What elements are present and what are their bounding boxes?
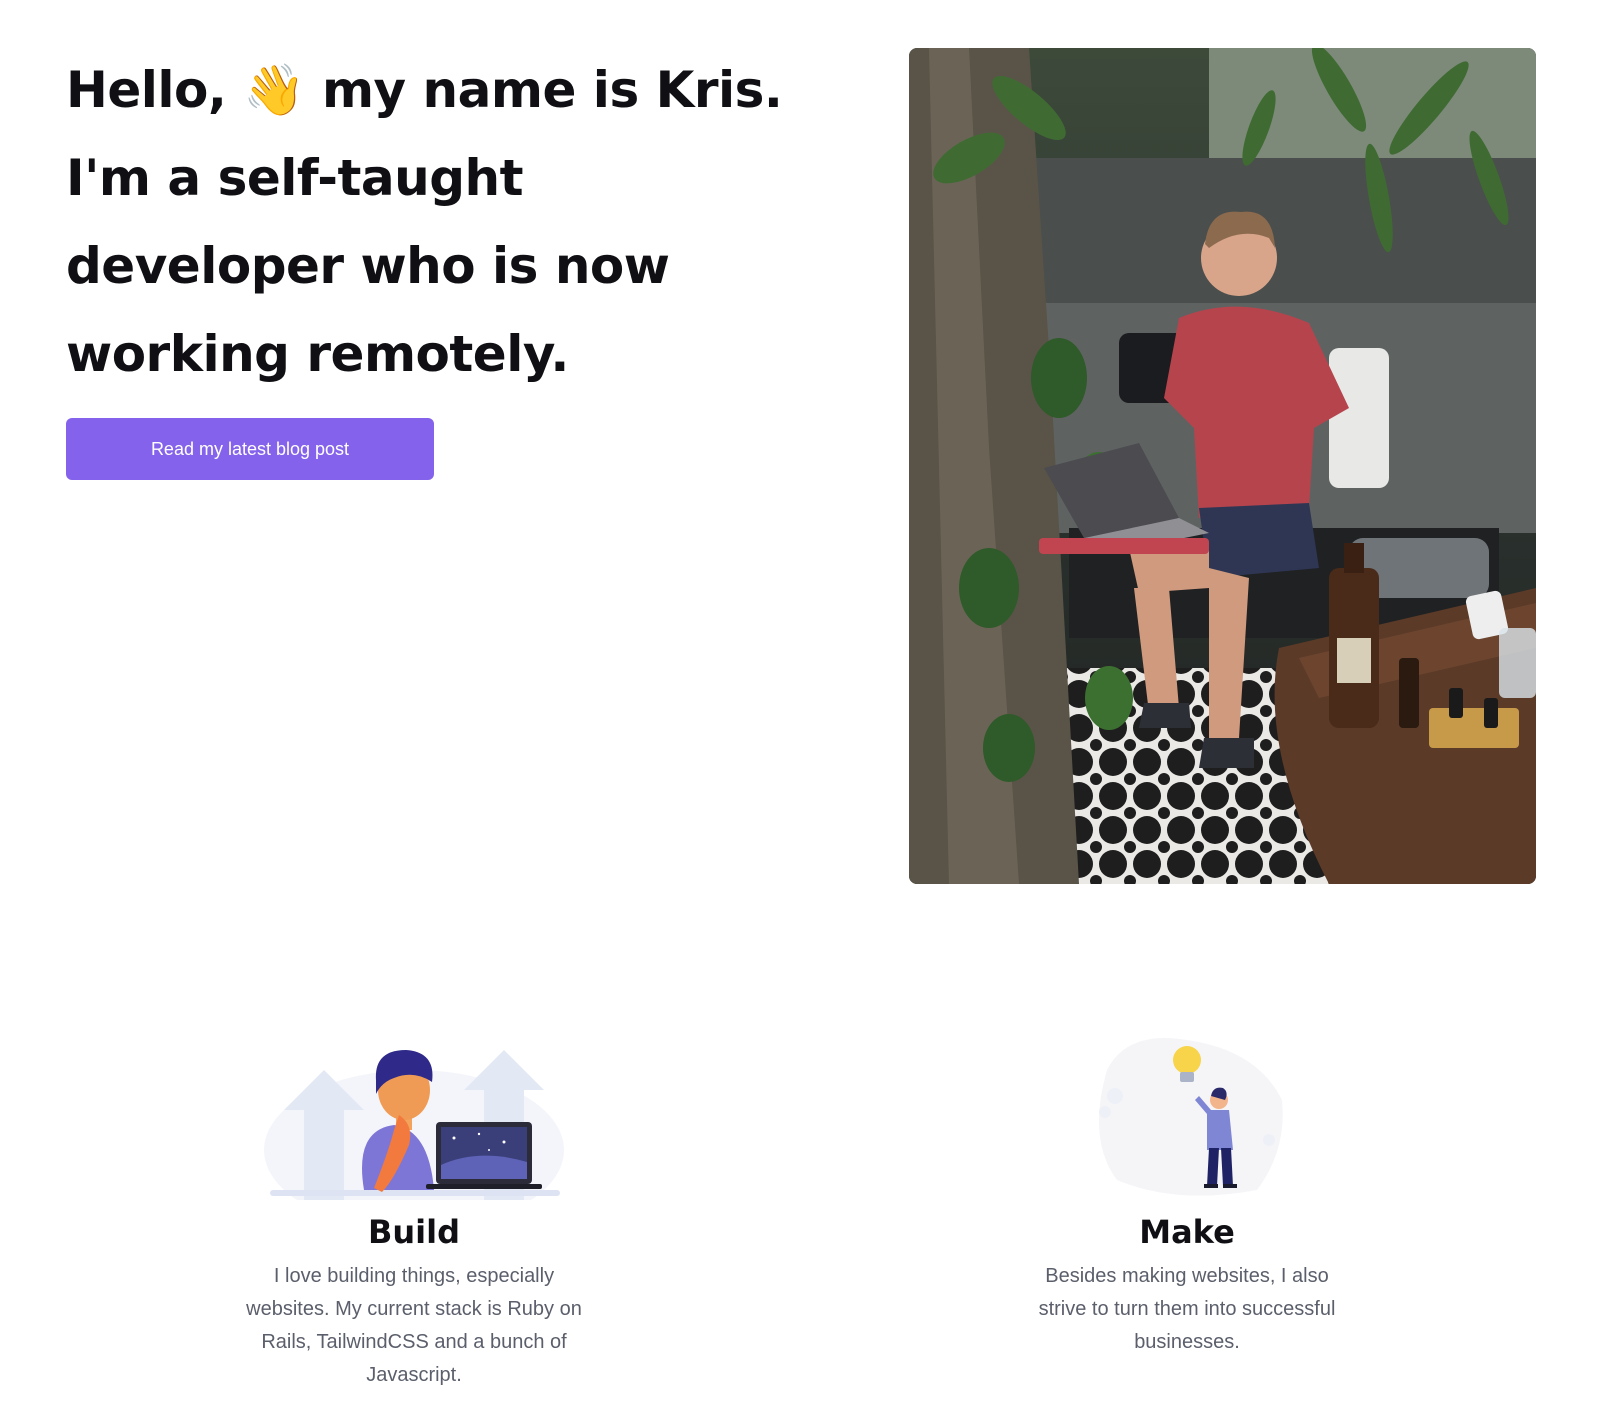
hero-line-2: I'm a self-taught bbox=[66, 149, 524, 207]
hero-line-3: developer who is now bbox=[66, 237, 670, 295]
feature-build-text: I love building things, especially websi… bbox=[246, 1265, 582, 1386]
feature-make-text: Besides making websites, I also strive t… bbox=[1038, 1265, 1336, 1353]
feature-make-title: Make bbox=[1139, 1213, 1235, 1251]
hero-line-1: Hello, 👋 my name is Kris. bbox=[66, 61, 783, 119]
hero-photo bbox=[909, 48, 1536, 884]
photo-of-developer-icon bbox=[909, 48, 1536, 884]
feature-build-title: Build bbox=[367, 1213, 460, 1251]
developer-with-laptop-icon bbox=[224, 1030, 604, 1200]
read-blog-post-button[interactable]: Read my latest blog post bbox=[66, 418, 434, 480]
hero-heading: Hello, 👋 my name is Kris. I'm a self-tau… bbox=[66, 46, 826, 398]
feature-build: Build I love building things, especially… bbox=[224, 1030, 604, 1392]
feature-make: Make Besides making websites, I also str… bbox=[997, 1030, 1377, 1359]
person-with-lightbulb-icon bbox=[997, 1030, 1377, 1200]
hero-line-4: working remotely. bbox=[66, 325, 569, 383]
